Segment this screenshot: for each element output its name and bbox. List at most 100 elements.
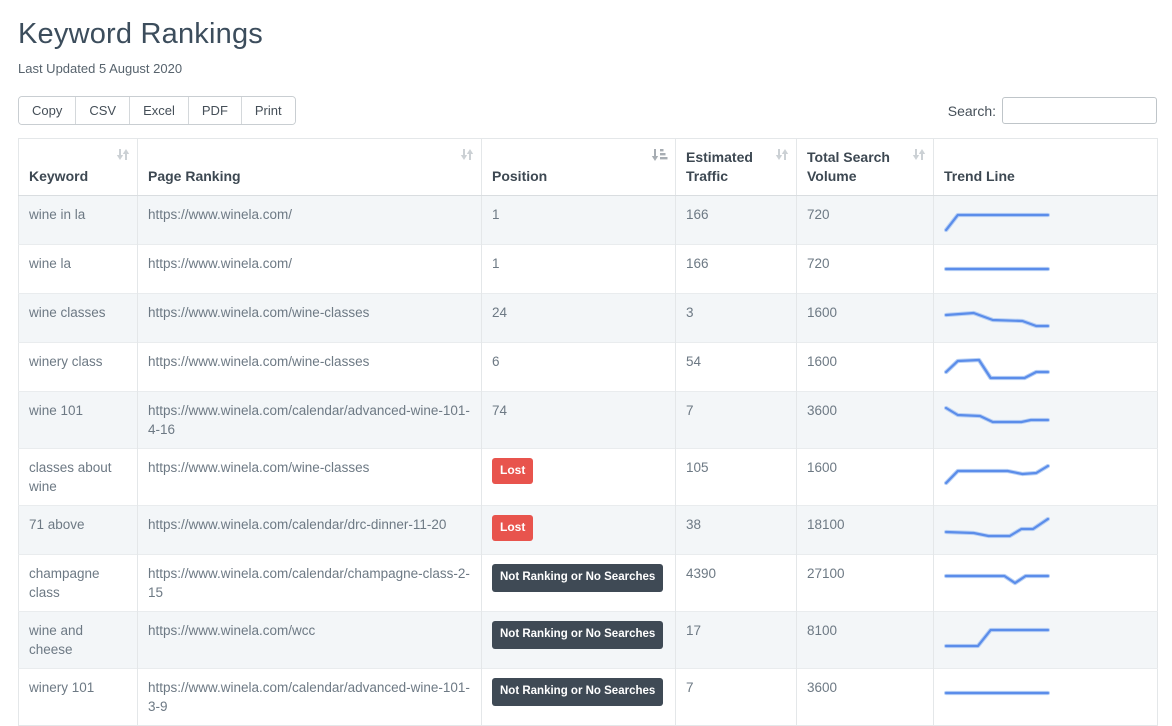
trend-sparkline bbox=[944, 401, 1050, 431]
keyword-cell: classes about wine bbox=[19, 449, 138, 506]
position-cell: 6 bbox=[482, 343, 676, 392]
total-search-volume-cell: 18100 bbox=[797, 506, 934, 555]
keyword-cell: wine in la bbox=[19, 196, 138, 245]
sort-both-icon-wrap bbox=[912, 147, 926, 166]
trend-sparkline bbox=[944, 303, 1050, 333]
excel-button[interactable]: Excel bbox=[130, 97, 189, 124]
position-cell: 74 bbox=[482, 392, 676, 449]
keyword-rankings-page: Keyword Rankings Last Updated 5 August 2… bbox=[0, 0, 1172, 726]
lost-badge: Lost bbox=[492, 458, 533, 484]
trend-line-cell bbox=[934, 245, 1158, 294]
not-ranking-badge: Not Ranking or No Searches bbox=[492, 678, 663, 706]
print-button[interactable]: Print bbox=[242, 97, 295, 124]
total-search-volume-cell: 720 bbox=[797, 196, 934, 245]
trend-sparkline bbox=[944, 621, 1050, 651]
table-row: wine lahttps://www.winela.com/1166720 bbox=[19, 245, 1158, 294]
page-title: Keyword Rankings bbox=[18, 18, 1157, 51]
total-search-volume-cell: 3600 bbox=[797, 669, 934, 726]
last-updated-text: Last Updated 5 August 2020 bbox=[18, 61, 1157, 76]
total-search-volume-cell: 1600 bbox=[797, 449, 934, 506]
search-label: Search: bbox=[948, 103, 996, 119]
total-search-volume-cell: 720 bbox=[797, 245, 934, 294]
not-ranking-badge: Not Ranking or No Searches bbox=[492, 564, 663, 592]
trend-line-cell bbox=[934, 343, 1158, 392]
page-ranking-cell: https://www.winela.com/wine-classes bbox=[138, 449, 482, 506]
position-cell: Not Ranking or No Searches bbox=[482, 612, 676, 669]
csv-button[interactable]: CSV bbox=[76, 97, 130, 124]
position-cell: 24 bbox=[482, 294, 676, 343]
search-control: Search: bbox=[948, 97, 1157, 124]
position-cell: Lost bbox=[482, 506, 676, 555]
table-row: 71 abovehttps://www.winela.com/calendar/… bbox=[19, 506, 1158, 555]
table-row: winery classhttps://www.winela.com/wine-… bbox=[19, 343, 1158, 392]
position-cell: 1 bbox=[482, 245, 676, 294]
trend-sparkline bbox=[944, 205, 1050, 235]
column-label: Keyword bbox=[29, 168, 88, 184]
table-row: wine in lahttps://www.winela.com/1166720 bbox=[19, 196, 1158, 245]
page-ranking-cell: https://www.winela.com/ bbox=[138, 245, 482, 294]
table-row: classes about winehttps://www.winela.com… bbox=[19, 449, 1158, 506]
page-ranking-cell: https://www.winela.com/wine-classes bbox=[138, 294, 482, 343]
page-ranking-cell: https://www.winela.com/ bbox=[138, 196, 482, 245]
keyword-cell: wine and cheese bbox=[19, 612, 138, 669]
keyword-rankings-table: Keyword Page Ranking PositionEstimated Tra… bbox=[18, 138, 1158, 726]
sort-both-icon-wrap bbox=[116, 147, 130, 166]
search-input[interactable] bbox=[1002, 97, 1157, 124]
column-header-estimated-traffic[interactable]: Estimated Traffic bbox=[676, 139, 797, 196]
trend-line-cell bbox=[934, 669, 1158, 726]
estimated-traffic-cell: 166 bbox=[676, 245, 797, 294]
table-row: wine classeshttps://www.winela.com/wine-… bbox=[19, 294, 1158, 343]
estimated-traffic-cell: 166 bbox=[676, 196, 797, 245]
column-header-keyword[interactable]: Keyword bbox=[19, 139, 138, 196]
trend-line-cell bbox=[934, 449, 1158, 506]
copy-button[interactable]: Copy bbox=[19, 97, 76, 124]
column-header-position[interactable]: Position bbox=[482, 139, 676, 196]
trend-line-cell bbox=[934, 294, 1158, 343]
table-row: wine and cheesehttps://www.winela.com/wc… bbox=[19, 612, 1158, 669]
keyword-cell: wine la bbox=[19, 245, 138, 294]
table-body: wine in lahttps://www.winela.com/1166720… bbox=[19, 196, 1158, 726]
estimated-traffic-cell: 7 bbox=[676, 392, 797, 449]
keyword-cell: winery class bbox=[19, 343, 138, 392]
keyword-cell: winery 101 bbox=[19, 669, 138, 726]
keyword-cell: wine classes bbox=[19, 294, 138, 343]
sort-both-icon bbox=[775, 148, 789, 161]
column-label: Total Search Volume bbox=[807, 149, 890, 184]
column-label: Trend Line bbox=[944, 168, 1015, 184]
table-header-row: Keyword Page Ranking PositionEstimated Tra… bbox=[19, 139, 1158, 196]
keyword-cell: champagne class bbox=[19, 555, 138, 612]
total-search-volume-cell: 1600 bbox=[797, 343, 934, 392]
table-row: winery 101https://www.winela.com/calenda… bbox=[19, 669, 1158, 726]
sort-both-icon-wrap bbox=[775, 147, 789, 166]
trend-sparkline bbox=[944, 515, 1050, 545]
pdf-button[interactable]: PDF bbox=[189, 97, 242, 124]
column-header-total-search-volume[interactable]: Total Search Volume bbox=[797, 139, 934, 196]
trend-sparkline bbox=[944, 564, 1050, 594]
position-cell: 1 bbox=[482, 196, 676, 245]
table-row: wine 101https://www.winela.com/calendar/… bbox=[19, 392, 1158, 449]
keyword-cell: wine 101 bbox=[19, 392, 138, 449]
column-header-page-ranking[interactable]: Page Ranking bbox=[138, 139, 482, 196]
sort-asc-icon bbox=[651, 148, 668, 161]
not-ranking-badge: Not Ranking or No Searches bbox=[492, 621, 663, 649]
page-ranking-cell: https://www.winela.com/calendar/champagn… bbox=[138, 555, 482, 612]
column-label: Page Ranking bbox=[148, 168, 241, 184]
estimated-traffic-cell: 3 bbox=[676, 294, 797, 343]
total-search-volume-cell: 1600 bbox=[797, 294, 934, 343]
estimated-traffic-cell: 54 bbox=[676, 343, 797, 392]
page-ranking-cell: https://www.winela.com/wine-classes bbox=[138, 343, 482, 392]
total-search-volume-cell: 27100 bbox=[797, 555, 934, 612]
sort-both-icon bbox=[116, 148, 130, 161]
trend-line-cell bbox=[934, 555, 1158, 612]
estimated-traffic-cell: 17 bbox=[676, 612, 797, 669]
page-ranking-cell: https://www.winela.com/calendar/drc-dinn… bbox=[138, 506, 482, 555]
export-buttons: CopyCSVExcelPDFPrint bbox=[18, 96, 296, 125]
keyword-cell: 71 above bbox=[19, 506, 138, 555]
trend-line-cell bbox=[934, 392, 1158, 449]
total-search-volume-cell: 3600 bbox=[797, 392, 934, 449]
trend-line-cell bbox=[934, 196, 1158, 245]
trend-line-cell bbox=[934, 506, 1158, 555]
trend-sparkline bbox=[944, 352, 1050, 382]
table-row: champagne classhttps://www.winela.com/ca… bbox=[19, 555, 1158, 612]
sort-asc-icon-wrap bbox=[651, 147, 668, 166]
